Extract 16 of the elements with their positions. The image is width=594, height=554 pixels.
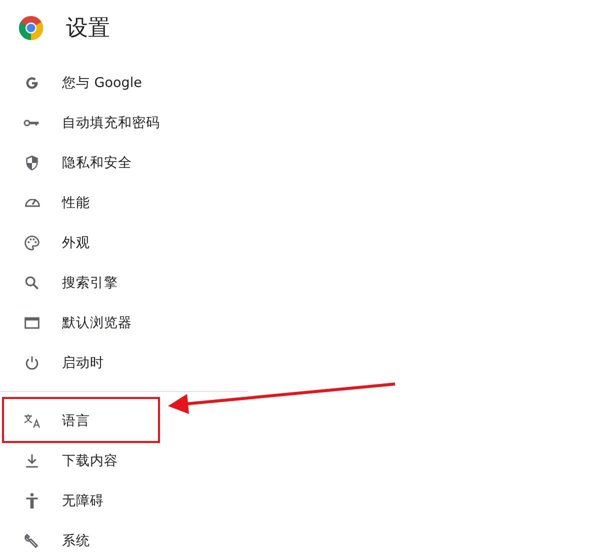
- browser-logo-icon: [19, 16, 43, 40]
- menu-item[interactable]: 自动填充和密码: [0, 103, 248, 143]
- page-title: 设置: [66, 15, 110, 43]
- menu-item[interactable]: 默认浏览器: [0, 303, 248, 343]
- menu-item[interactable]: 下载内容: [0, 441, 248, 481]
- palette-icon: [22, 233, 42, 253]
- menu-item[interactable]: 无障碍: [0, 481, 248, 521]
- menu-item[interactable]: 启动时: [0, 343, 248, 383]
- menu-item[interactable]: 隐私和安全: [0, 143, 248, 183]
- menu-item[interactable]: 系统: [0, 521, 248, 554]
- gauge-icon: [24, 198, 40, 208]
- menu-item[interactable]: 外观: [0, 223, 248, 263]
- menu-item[interactable]: 搜索引擎: [0, 263, 248, 303]
- menu-item[interactable]: 语言: [0, 401, 248, 441]
- menu-item[interactable]: 性能: [0, 183, 248, 223]
- menu-item[interactable]: 您与 Google: [0, 63, 248, 103]
